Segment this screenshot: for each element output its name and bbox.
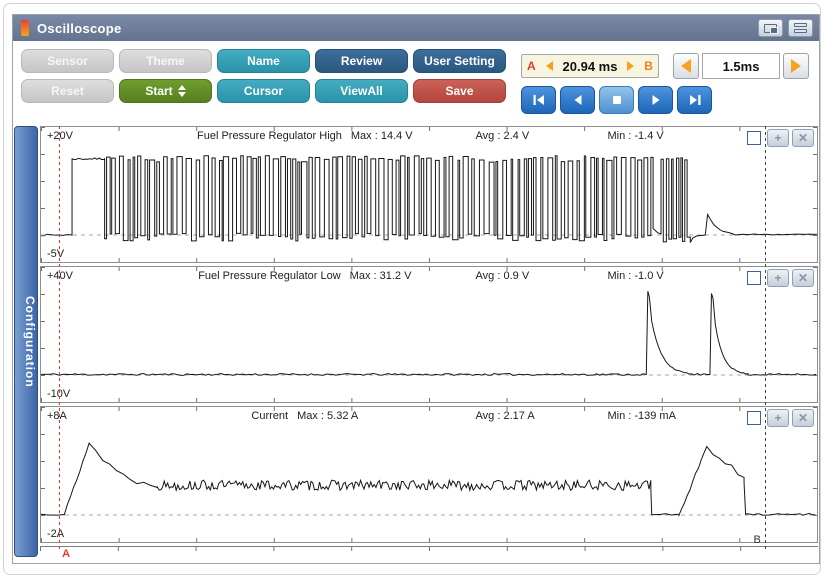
- channel-min: Min : -139 mA: [607, 410, 675, 422]
- tick-marks: [813, 267, 817, 402]
- tick-marks: [41, 407, 45, 542]
- channel-min: Min : -1.0 V: [607, 270, 663, 282]
- tick-marks: [41, 538, 817, 542]
- page-frame: Oscilloscope Sensor Theme Name Review Us…: [3, 3, 821, 575]
- tick-marks: [813, 407, 817, 542]
- reset-button[interactable]: Reset: [21, 79, 114, 103]
- channel-header: Current Max : 5.32 A Avg : 2.17 A Min : -…: [41, 407, 817, 425]
- waveform-plot: [41, 407, 817, 542]
- stop-icon: [610, 93, 624, 107]
- channel-title: Fuel Pressure Regulator Low: [198, 270, 340, 282]
- tick-marks: [41, 267, 45, 402]
- app-icon: [21, 20, 29, 36]
- channel-max: Max : 5.32 A: [297, 410, 358, 422]
- tick-marks: [41, 258, 817, 262]
- channel-bottom-scale: -2A: [47, 528, 64, 540]
- channel-max: Max : 31.2 V: [350, 270, 412, 282]
- channel-header: Fuel Pressure Regulator High Max : 14.4 V…: [41, 127, 817, 145]
- channel-select-checkbox[interactable]: [747, 271, 761, 285]
- channels-stack: +20V -5V Fuel Pressure Regulator HighMax…: [40, 126, 818, 568]
- channel-avg: Avg : 2.4 V: [476, 130, 530, 142]
- time-readout-row: A 20.94 ms B 1.5ms: [521, 53, 809, 79]
- channel-header: Fuel Pressure Regulator LowMax : 31.2 V …: [41, 267, 817, 285]
- window-title: Oscilloscope: [37, 21, 753, 36]
- tile-icon: [794, 23, 807, 33]
- tick-marks: [813, 127, 817, 262]
- cursor-b-tag: B: [644, 59, 653, 73]
- cursor-a-tag: A: [527, 59, 536, 73]
- channel-title: Fuel Pressure Regulator High: [197, 130, 342, 142]
- cursor-button[interactable]: Cursor: [217, 79, 310, 103]
- toolbar-button-grid: Sensor Theme Name Review User Setting Re…: [21, 49, 506, 114]
- capture-icon: [764, 24, 777, 33]
- skip-to-start-button[interactable]: [521, 86, 556, 114]
- name-button[interactable]: Name: [217, 49, 310, 73]
- ab-time-readout: A 20.94 ms B: [521, 54, 659, 78]
- skip-to-start-icon: [532, 93, 546, 107]
- timebase-value: 1.5ms: [702, 53, 780, 79]
- step-forward-icon: [649, 93, 663, 107]
- stop-button[interactable]: [599, 86, 634, 114]
- channel-zoom-button[interactable]: +: [767, 129, 789, 147]
- move-cursor-b-right-icon[interactable]: [627, 61, 634, 71]
- review-button[interactable]: Review: [315, 49, 408, 73]
- cursor-b-label: B: [754, 534, 761, 546]
- tick-marks: [41, 127, 45, 262]
- channel-bottom-scale: -5V: [47, 248, 64, 260]
- user-setting-button[interactable]: User Setting: [413, 49, 506, 73]
- bottom-time-axis: A B: [40, 546, 818, 562]
- viewall-button[interactable]: ViewAll: [315, 79, 408, 103]
- theme-button[interactable]: Theme: [119, 49, 212, 73]
- channel-title: Current: [251, 410, 288, 422]
- save-button[interactable]: Save: [413, 79, 506, 103]
- capture-window-button[interactable]: [758, 19, 783, 37]
- timebase-increase-button[interactable]: [783, 53, 809, 79]
- right-arrow-icon: [791, 59, 801, 73]
- cursor-a-label: A: [62, 548, 70, 560]
- channel-select-checkbox[interactable]: [747, 131, 761, 145]
- tile-windows-button[interactable]: [788, 19, 813, 37]
- channel-fuel-pressure-regulator-high: +20V -5V Fuel Pressure Regulator HighMax…: [40, 126, 818, 263]
- channel-fuel-pressure-regulator-low: +40V -10V Fuel Pressure Regulator LowMax…: [40, 266, 818, 403]
- channel-close-button[interactable]: ✕: [792, 269, 814, 287]
- channel-close-button[interactable]: ✕: [792, 409, 814, 427]
- left-arrow-icon: [681, 59, 691, 73]
- channel-current: +8A -2A CurrentMax : 5.32 A Avg : 2.17 A…: [40, 406, 818, 543]
- channel-min: Min : -1.4 V: [607, 130, 663, 142]
- start-button-label: Start: [145, 84, 172, 98]
- channel-avg: Avg : 2.17 A: [476, 410, 535, 422]
- playback-controls: [521, 86, 712, 114]
- skip-to-end-icon: [688, 93, 702, 107]
- channel-select-checkbox[interactable]: [747, 411, 761, 425]
- waveform-plot: [41, 267, 817, 402]
- channel-zoom-button[interactable]: +: [767, 269, 789, 287]
- tick-marks: [41, 398, 817, 402]
- step-back-button[interactable]: [560, 86, 595, 114]
- ab-delta-time: 20.94 ms: [563, 59, 618, 74]
- channel-bottom-scale: -10V: [47, 388, 70, 400]
- sensor-button[interactable]: Sensor: [21, 49, 114, 73]
- start-button[interactable]: Start: [119, 79, 212, 103]
- step-forward-button[interactable]: [638, 86, 673, 114]
- tick-marks: [40, 547, 818, 551]
- channel-close-button[interactable]: ✕: [792, 129, 814, 147]
- configuration-tab[interactable]: Configuration: [14, 126, 38, 557]
- channel-max: Max : 14.4 V: [351, 130, 413, 142]
- toolbar: Sensor Theme Name Review User Setting Re…: [13, 41, 819, 124]
- main-area: Configuration +20V -5V Fuel Pressure Reg…: [13, 124, 819, 568]
- timebase-decrease-button[interactable]: [673, 53, 699, 79]
- oscilloscope-window: Oscilloscope Sensor Theme Name Review Us…: [12, 14, 820, 564]
- titlebar: Oscilloscope: [13, 15, 819, 41]
- time-controls: A 20.94 ms B 1.5ms: [521, 53, 809, 114]
- channel-zoom-button[interactable]: +: [767, 409, 789, 427]
- skip-to-end-button[interactable]: [677, 86, 712, 114]
- step-back-icon: [571, 93, 585, 107]
- move-cursor-a-left-icon[interactable]: [546, 61, 553, 71]
- channel-avg: Avg : 0.9 V: [476, 270, 530, 282]
- waveform-plot: [41, 127, 817, 262]
- start-updown-arrows-icon: [178, 85, 186, 97]
